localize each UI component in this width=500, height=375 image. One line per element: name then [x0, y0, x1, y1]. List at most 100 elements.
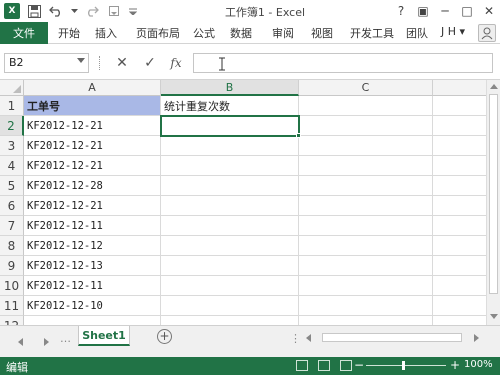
row-header-5[interactable]: 5: [0, 176, 24, 196]
cell-a11[interactable]: KF2012-12-10: [24, 296, 161, 316]
save-icon[interactable]: [26, 3, 42, 19]
cell-d9[interactable]: [433, 256, 493, 276]
select-all-corner[interactable]: [0, 80, 24, 96]
page-layout-view-icon[interactable]: [318, 360, 330, 371]
redo-icon[interactable]: [84, 3, 100, 19]
cell-b6[interactable]: [161, 196, 299, 216]
column-header-a[interactable]: A: [24, 80, 161, 96]
row-header-4[interactable]: 4: [0, 156, 24, 176]
add-sheet-icon[interactable]: +: [157, 329, 172, 344]
cell-c9[interactable]: [299, 256, 433, 276]
cell-c6[interactable]: [299, 196, 433, 216]
zoom-slider[interactable]: [366, 365, 446, 366]
cell-a5[interactable]: KF2012-12-28: [24, 176, 161, 196]
undo-dropdown-icon[interactable]: [70, 3, 78, 19]
formula-input[interactable]: [193, 53, 493, 73]
zoom-out-icon[interactable]: −: [354, 358, 364, 372]
avatar[interactable]: [478, 24, 496, 42]
tab-home[interactable]: 开始: [58, 22, 80, 44]
cell-b8[interactable]: [161, 236, 299, 256]
cell-a8[interactable]: KF2012-12-12: [24, 236, 161, 256]
cell-b3[interactable]: [161, 136, 299, 156]
normal-view-icon[interactable]: [296, 360, 308, 371]
cell-a1[interactable]: 工单号: [24, 96, 161, 116]
page-break-view-icon[interactable]: [340, 360, 352, 371]
cell-a9[interactable]: KF2012-12-13: [24, 256, 161, 276]
cell-d12[interactable]: [433, 316, 493, 325]
help-icon[interactable]: ?: [390, 0, 412, 22]
horizontal-scrollbar[interactable]: [300, 332, 486, 344]
cell-a4[interactable]: KF2012-12-21: [24, 156, 161, 176]
enter-icon[interactable]: ✓: [140, 53, 160, 73]
user-name[interactable]: J H ▾: [441, 25, 465, 38]
cell-d2[interactable]: [433, 116, 493, 136]
cell-b5[interactable]: [161, 176, 299, 196]
chevron-down-icon[interactable]: [77, 58, 85, 63]
row-header-1[interactable]: 1: [0, 96, 24, 116]
horizontal-scroll-thumb[interactable]: [322, 333, 462, 342]
cell-a6[interactable]: KF2012-12-21: [24, 196, 161, 216]
cell-d5[interactable]: [433, 176, 493, 196]
row-header-2[interactable]: 2: [0, 116, 24, 136]
row-header-7[interactable]: 7: [0, 216, 24, 236]
cell-c3[interactable]: [299, 136, 433, 156]
tab-view[interactable]: 视图: [311, 22, 333, 44]
cell-b4[interactable]: [161, 156, 299, 176]
column-header-c[interactable]: C: [299, 80, 433, 96]
column-header-b[interactable]: B: [161, 80, 299, 96]
row-header-3[interactable]: 3: [0, 136, 24, 156]
tab-insert[interactable]: 插入: [95, 22, 117, 44]
active-cell-border[interactable]: [160, 115, 300, 137]
cell-b7[interactable]: [161, 216, 299, 236]
cell-b1[interactable]: 统计重复次数: [161, 96, 299, 116]
cell-d11[interactable]: [433, 296, 493, 316]
cell-c5[interactable]: [299, 176, 433, 196]
sheet-list-ellipsis[interactable]: …: [60, 332, 71, 345]
scroll-down-icon[interactable]: [490, 314, 498, 319]
cell-c12[interactable]: [299, 316, 433, 325]
cell-c4[interactable]: [299, 156, 433, 176]
cell-a10[interactable]: KF2012-12-11: [24, 276, 161, 296]
customize-qat-icon[interactable]: [106, 3, 122, 19]
sheet-tab-sheet1[interactable]: Sheet1: [78, 326, 130, 346]
cell-b9[interactable]: [161, 256, 299, 276]
maximize-icon[interactable]: □: [456, 0, 478, 22]
scroll-up-icon[interactable]: [490, 84, 498, 89]
cell-a3[interactable]: KF2012-12-21: [24, 136, 161, 156]
cell-c7[interactable]: [299, 216, 433, 236]
cell-a2[interactable]: KF2012-12-21: [24, 116, 161, 136]
previous-sheet-icon[interactable]: [18, 338, 23, 346]
cell-d10[interactable]: [433, 276, 493, 296]
row-header-8[interactable]: 8: [0, 236, 24, 256]
qat-more-icon[interactable]: [128, 3, 138, 19]
cell-d6[interactable]: [433, 196, 493, 216]
row-header-9[interactable]: 9: [0, 256, 24, 276]
cell-b10[interactable]: [161, 276, 299, 296]
cell-b12[interactable]: [161, 316, 299, 325]
tab-team[interactable]: 团队: [406, 22, 428, 44]
minimize-icon[interactable]: ─: [434, 0, 456, 22]
tab-data[interactable]: 数据: [230, 22, 252, 44]
cell-d4[interactable]: [433, 156, 493, 176]
name-box[interactable]: B2: [4, 53, 89, 73]
tab-page-layout[interactable]: 页面布局: [136, 22, 180, 44]
zoom-slider-thumb[interactable]: [402, 361, 405, 370]
zoom-in-icon[interactable]: +: [450, 358, 460, 372]
cell-c10[interactable]: [299, 276, 433, 296]
cell-d3[interactable]: [433, 136, 493, 156]
scroll-right-icon[interactable]: [474, 334, 479, 342]
column-header-d[interactable]: [433, 80, 493, 96]
tab-formulas[interactable]: 公式: [193, 22, 215, 44]
cell-c1[interactable]: [299, 96, 433, 116]
cell-c2[interactable]: [299, 116, 433, 136]
undo-icon[interactable]: [48, 3, 64, 19]
vertical-scroll-thumb[interactable]: [489, 94, 498, 294]
insert-function-icon[interactable]: fx: [166, 53, 186, 73]
zoom-level[interactable]: 100%: [464, 359, 493, 370]
cell-b11[interactable]: [161, 296, 299, 316]
fill-handle[interactable]: [296, 133, 301, 138]
close-icon[interactable]: ✕: [478, 0, 500, 22]
tab-file[interactable]: 文件: [0, 22, 48, 44]
cell-c11[interactable]: [299, 296, 433, 316]
cell-a12[interactable]: [24, 316, 161, 325]
